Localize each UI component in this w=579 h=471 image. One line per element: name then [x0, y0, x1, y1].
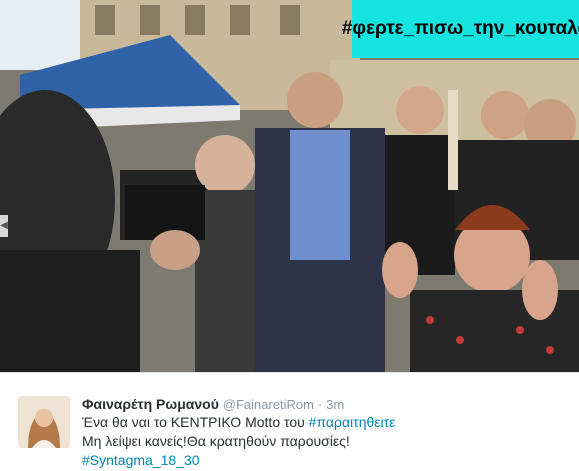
avatar[interactable]: [18, 396, 70, 448]
tweet-header: Φαιναρέτη Ρωμανού @FainaretiRom · 3m: [82, 395, 562, 413]
tweet-text-line-1: Ένα θα ναι το ΚΕΝΤΡΙΚΟ Motto του #παραιτ…: [82, 413, 562, 432]
chevron-left-icon[interactable]: ◀: [0, 215, 8, 237]
separator-dot: ·: [317, 397, 323, 412]
tweet-body: Φαιναρέτη Ρωμανού @FainaretiRom · 3m Ένα…: [82, 395, 562, 470]
profile-photo: [18, 396, 70, 448]
tweet-timestamp[interactable]: 3m: [326, 397, 344, 412]
hashtag-banner: #φερτε_πισω_την_κουταλα: [342, 0, 579, 58]
tweet-text-line-3: #Syntagma_18_30: [82, 451, 562, 470]
tweet-photo[interactable]: #φερτε_πισω_την_κουταλα ◀: [0, 0, 579, 372]
user-handle[interactable]: @FainaretiRom: [223, 397, 314, 412]
tweet-text: Ένα θα ναι το ΚΕΝΤΡΙΚΟ Motto του: [82, 414, 309, 430]
display-name[interactable]: Φαιναρέτη Ρωμανού: [82, 396, 219, 412]
tweet-card: Φαιναρέτη Ρωμανού @FainaretiRom · 3m Ένα…: [0, 373, 579, 471]
hashtag-link-paraitithite[interactable]: #παραιτηθειτε: [309, 414, 396, 430]
hashtag-link-syntagma[interactable]: #Syntagma_18_30: [82, 452, 200, 468]
tweet-text-line-2: Μη λείψει κανείς!Θα κρατηθούν παρουσίες!: [82, 433, 350, 449]
